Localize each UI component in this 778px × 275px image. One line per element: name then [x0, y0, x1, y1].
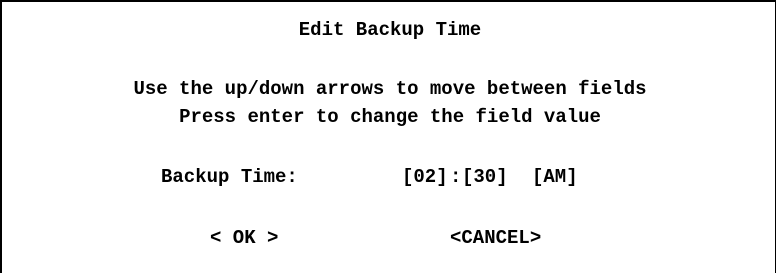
- dialog-title: Edit Backup Time: [298, 19, 482, 41]
- backup-time-label: Backup Time:: [161, 166, 298, 188]
- edit-backup-time-dialog: Edit Backup Time Use the up/down arrows …: [0, 0, 776, 273]
- hour-field[interactable]: [02]: [402, 166, 448, 188]
- minute-field[interactable]: [30]: [462, 166, 508, 188]
- instruction-line-2: Press enter to change the field value: [179, 106, 601, 128]
- ok-button[interactable]: < OK >: [210, 227, 278, 249]
- cancel-button[interactable]: <CANCEL>: [450, 227, 541, 249]
- instruction-line-1: Use the up/down arrows to move between f…: [133, 78, 647, 100]
- am-pm-field[interactable]: [AM]: [532, 166, 578, 188]
- time-separator: :: [450, 166, 462, 188]
